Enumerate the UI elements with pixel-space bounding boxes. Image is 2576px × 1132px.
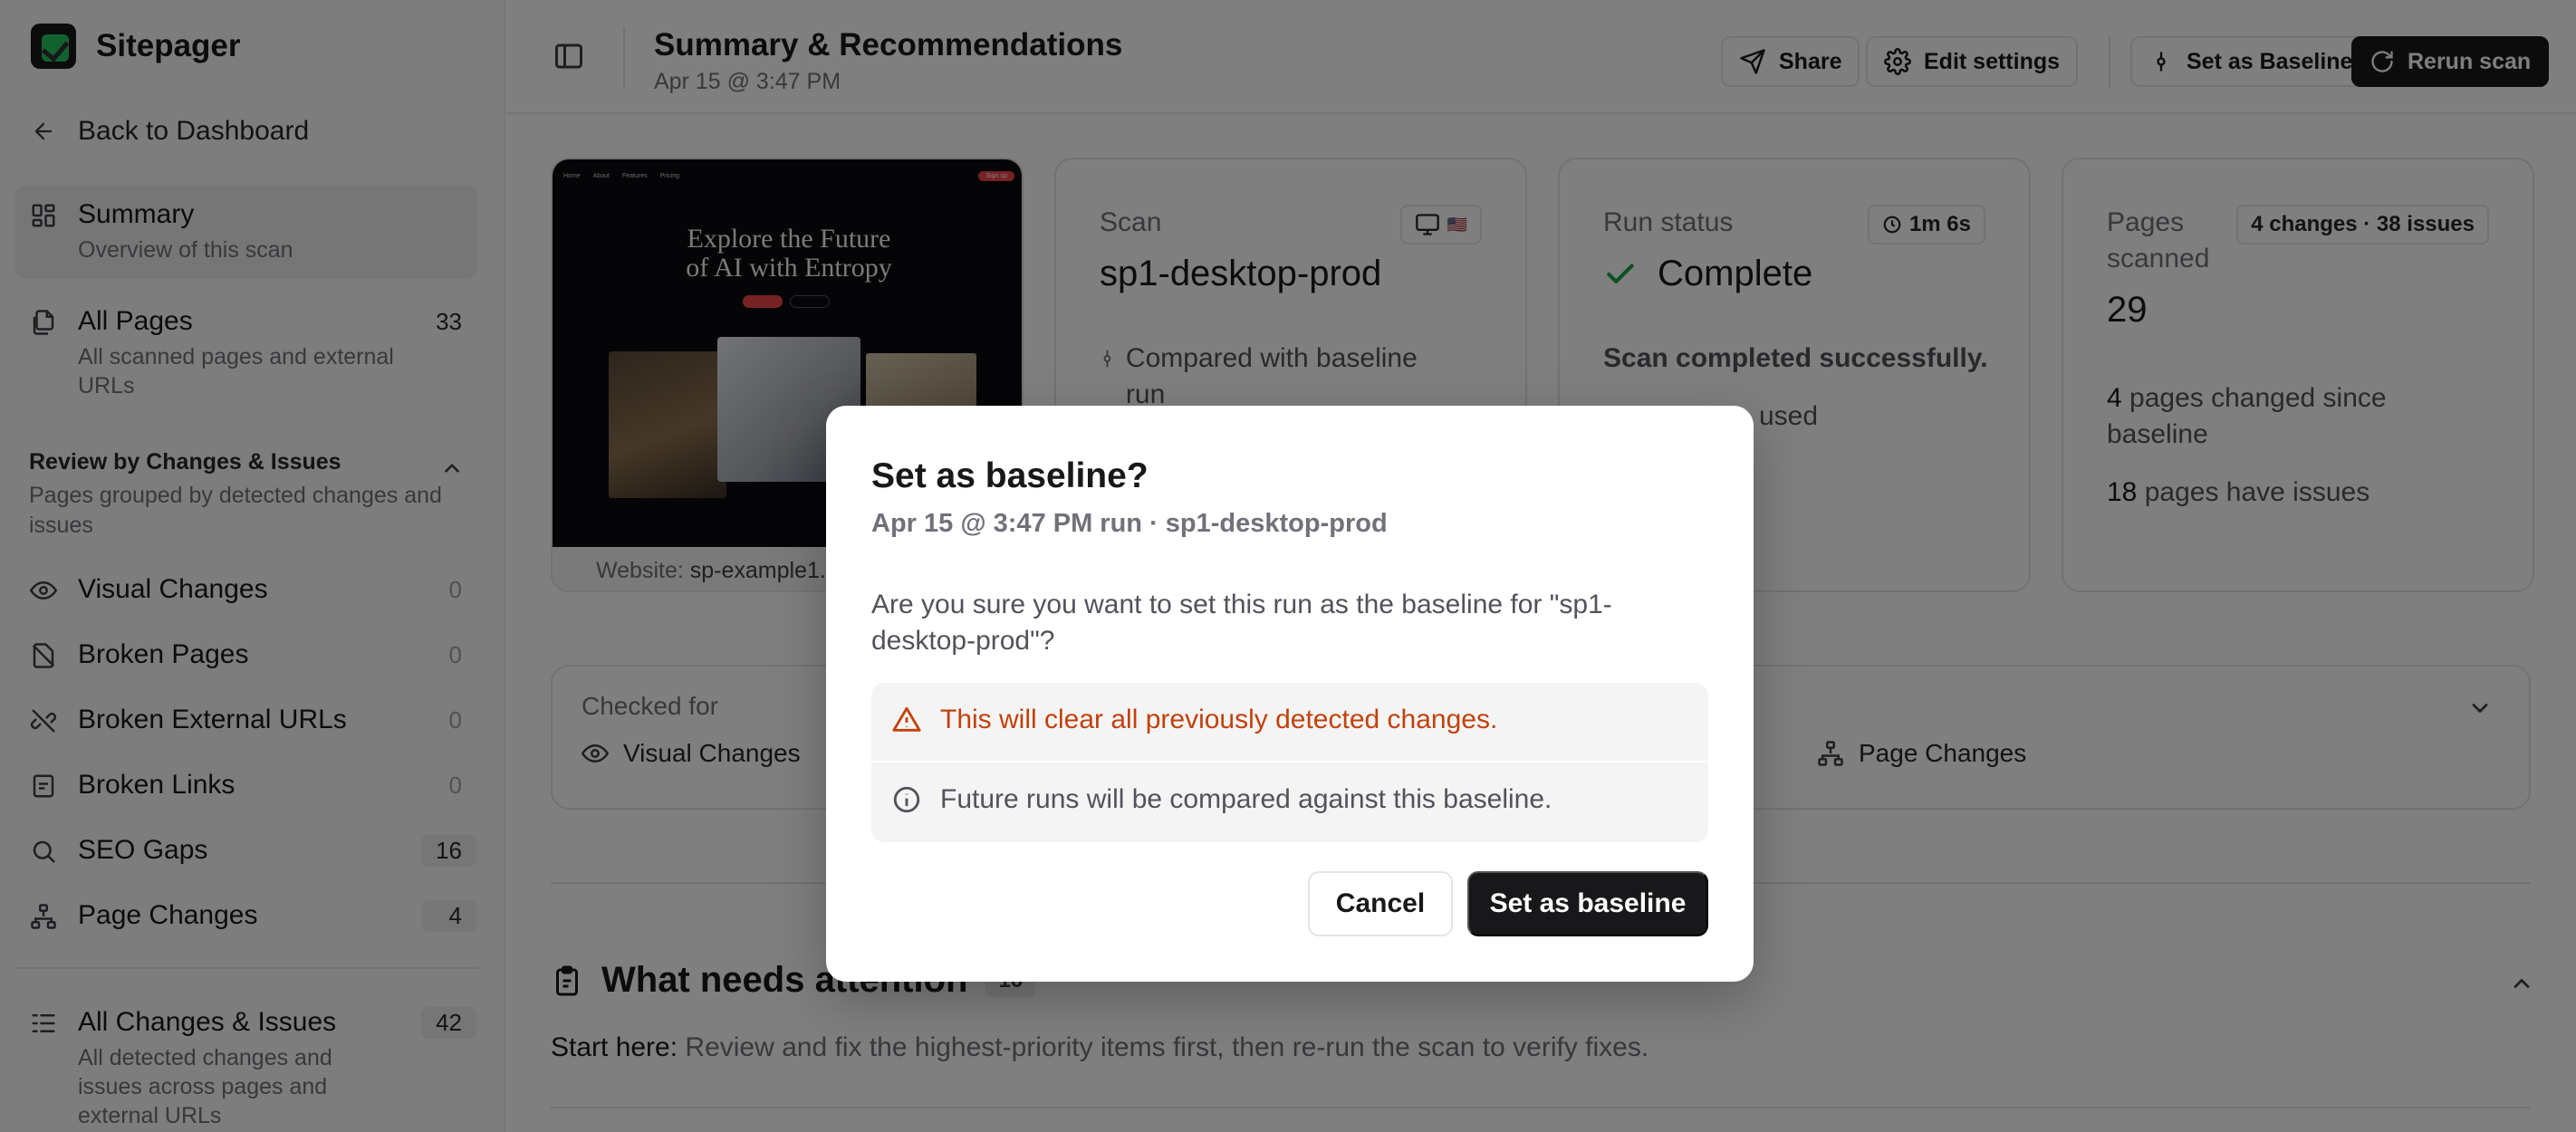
dialog-body: Are you sure you want to set this run as…: [871, 590, 1612, 656]
dialog-warning: This will clear all previously detected …: [891, 705, 1497, 735]
confirm-set-baseline-button[interactable]: Set as baseline: [1467, 871, 1708, 936]
notes-divider: [871, 761, 1708, 763]
set-baseline-dialog: Set as baseline? Apr 15 @ 3:47 PM run · …: [826, 406, 1754, 982]
dialog-warning-text: This will clear all previously detected …: [940, 705, 1498, 734]
warning-icon: [892, 706, 921, 732]
cancel-button[interactable]: Cancel: [1308, 871, 1453, 936]
dialog-subtitle: Apr 15 @ 3:47 PM run · sp1-desktop-prod: [871, 509, 1388, 538]
info-icon: [893, 786, 920, 813]
dialog-info-text: Future runs will be compared against thi…: [940, 784, 1552, 814]
dialog-title: Set as baseline?: [871, 456, 1149, 495]
dialog-notes: This will clear all previously detected …: [871, 683, 1708, 842]
dialog-info: Future runs will be compared against thi…: [891, 784, 1552, 815]
